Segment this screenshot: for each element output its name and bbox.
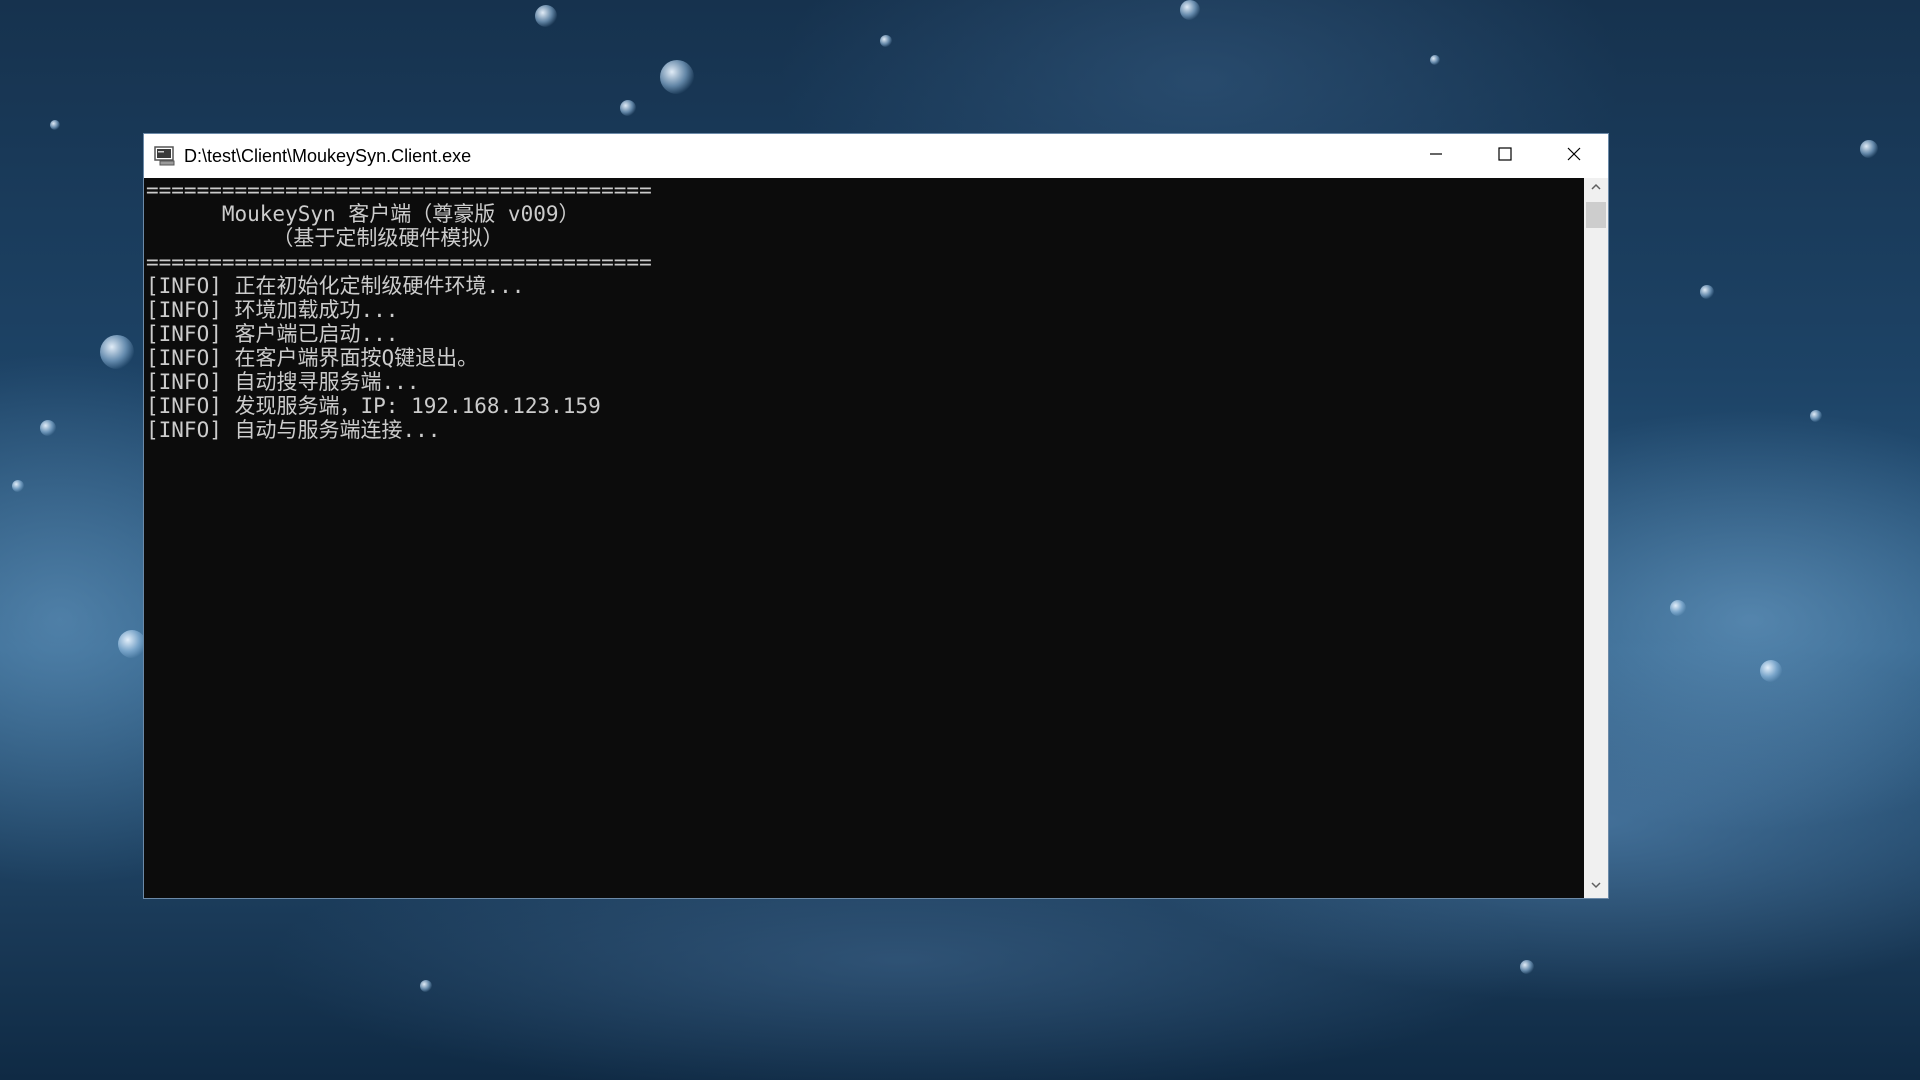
console-log-line: [INFO] 自动搜寻服务端... [146,370,420,394]
water-drop [12,480,24,492]
vertical-scrollbar[interactable] [1584,178,1608,898]
minimize-icon [1428,146,1444,167]
water-drop [40,420,56,436]
water-drop [880,35,892,47]
console-output[interactable]: ========================================… [144,178,1584,898]
console-log-line: [INFO] 环境加载成功... [146,298,399,322]
water-drop [1520,960,1534,974]
console-log-line: [INFO] 正在初始化定制级硬件环境... [146,274,525,298]
console-log-line: [INFO] 客户端已启动... [146,322,399,346]
console-header-subtitle: （基于定制级硬件模拟） [146,226,504,250]
window-title: D:\test\Client\MoukeySyn.Client.exe [184,145,472,166]
console-log-line: [INFO] 发现服务端，IP: 192.168.123.159 [146,394,601,418]
title-bar[interactable]: D:\test\Client\MoukeySyn.Client.exe [144,134,1608,178]
water-drop [1180,0,1200,20]
water-drop [420,980,432,992]
water-drop [1810,410,1822,422]
water-drop [660,60,694,94]
maximize-icon [1497,146,1513,167]
scroll-down-button[interactable] [1584,876,1608,898]
maximize-button[interactable] [1470,134,1539,178]
scroll-up-button[interactable] [1584,178,1608,200]
console-app-icon [154,145,176,167]
console-separator: ======================================== [146,178,652,202]
minimize-button[interactable] [1401,134,1470,178]
scrollbar-thumb[interactable] [1586,202,1606,228]
water-drop [1430,55,1440,65]
window-controls [1401,134,1608,178]
water-drop [1700,285,1714,299]
console-log-line: [INFO] 自动与服务端连接... [146,418,441,442]
water-drop [1670,600,1686,616]
close-button[interactable] [1539,134,1608,178]
close-icon [1566,146,1582,167]
water-drop [535,5,557,27]
console-log-line: [INFO] 在客户端界面按Q键退出。 [146,346,479,370]
chevron-down-icon [1590,878,1602,896]
water-drop [1860,140,1878,158]
console-window[interactable]: D:\test\Client\MoukeySyn.Client.exe ====… [143,133,1609,899]
water-drop [620,100,636,116]
water-drop [1760,660,1782,682]
chevron-up-icon [1590,180,1602,198]
water-drop [50,120,60,130]
console-header-title: MoukeySyn 客户端（尊豪版 v009） [146,202,580,226]
console-separator: ======================================== [146,250,652,274]
water-drop [100,335,134,369]
water-drop [118,630,146,658]
